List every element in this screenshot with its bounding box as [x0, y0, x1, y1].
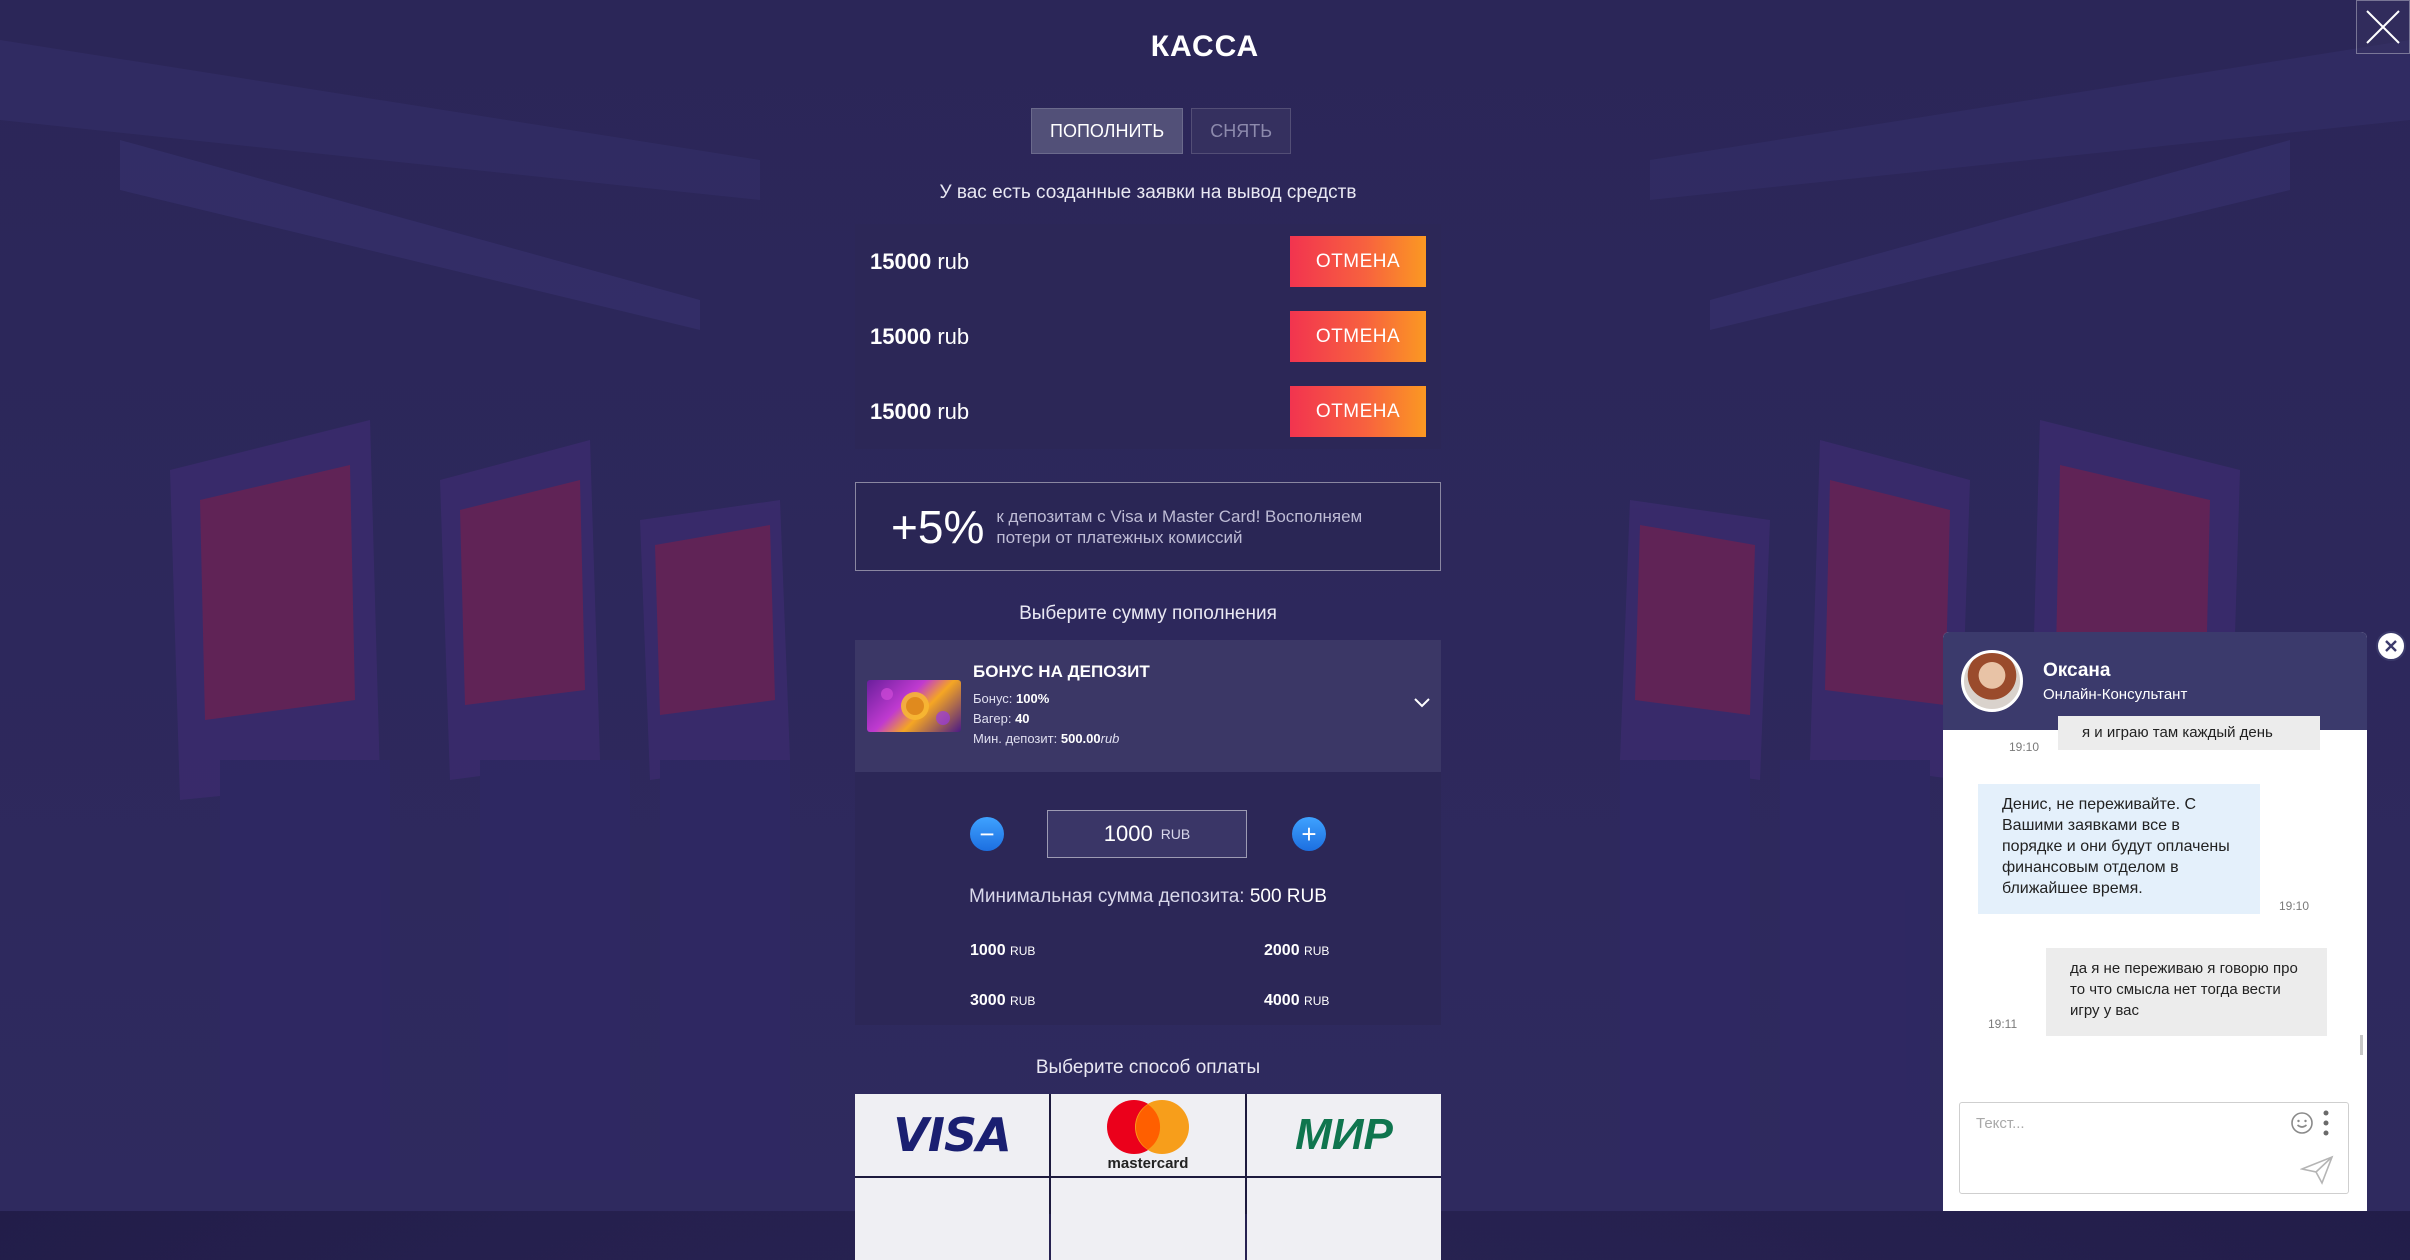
- withdrawal-amount: 15000 rub: [870, 398, 970, 424]
- chat-messages[interactable]: я и играю там каждый день 19:10 Денис, н…: [1943, 716, 2367, 1100]
- preset-amount[interactable]: 1000 RUB: [970, 942, 1035, 960]
- increase-amount-button[interactable]: +: [1292, 817, 1326, 851]
- withdrawal-notice: У вас есть созданные заявки на вывод сре…: [939, 182, 1357, 203]
- cancel-withdrawal-button[interactable]: ОТМЕНА: [1290, 236, 1426, 287]
- payment-visa[interactable]: VISA: [855, 1094, 1049, 1176]
- payment-mir[interactable]: МИР: [1247, 1094, 1441, 1176]
- payment-option[interactable]: [1247, 1178, 1441, 1260]
- withdrawal-amount: 15000 rub: [870, 323, 970, 349]
- visa-logo: VISA: [893, 1108, 1011, 1162]
- payment-methods: VISA mastercard МИР: [855, 1094, 1441, 1260]
- withdrawal-row: 15000 rub ОТМЕНА: [855, 374, 1441, 449]
- min-deposit-text: Минимальная сумма депозита: 500 RUB: [969, 886, 1327, 907]
- amount-currency: RUB: [1160, 826, 1191, 842]
- mastercard-label: mastercard: [1107, 1154, 1189, 1172]
- page-title: КАССА: [1150, 30, 1260, 63]
- preset-amount[interactable]: 2000 RUB: [1264, 942, 1329, 960]
- payment-option[interactable]: [1051, 1178, 1245, 1260]
- preset-amount[interactable]: 3000 RUB: [970, 992, 1035, 1010]
- bonus-min-deposit: Мин. депозит: 500.00rub: [973, 730, 1120, 746]
- amount-input[interactable]: 1000 RUB: [1047, 810, 1247, 858]
- bonus-selector[interactable]: БОНУС НА ДЕПОЗИТ Бонус: 100% Вагер: 40 М…: [855, 640, 1441, 772]
- more-options-icon[interactable]: [2321, 1109, 2331, 1137]
- bonus-wager: Вагер: 40: [973, 710, 1030, 726]
- withdrawal-row: 15000 rub ОТМЕНА: [855, 224, 1441, 299]
- choose-amount-label: Выберите сумму пополнения: [1019, 603, 1277, 624]
- chat-message-incoming: Денис, не переживайте. С Вашими заявками…: [1978, 784, 2260, 914]
- chat-input-placeholder: Текст...: [1976, 1115, 2025, 1132]
- decrease-amount-button[interactable]: −: [970, 817, 1004, 851]
- cancel-withdrawal-button[interactable]: ОТМЕНА: [1290, 386, 1426, 437]
- send-icon[interactable]: [2300, 1155, 2334, 1185]
- choose-payment-label: Выберите способ оплаты: [1035, 1057, 1261, 1078]
- bonus-info: БОНУС НА ДЕПОЗИТ Бонус: 100% Вагер: 40 М…: [973, 662, 1150, 751]
- bonus-title: БОНУС НА ДЕПОЗИТ: [973, 661, 1150, 681]
- promo-banner: +5% к депозитам с Visa и Master Card! Во…: [855, 482, 1441, 571]
- tab-deposit[interactable]: ПОПОЛНИТЬ: [1031, 108, 1184, 154]
- chat-scrollbar[interactable]: [2360, 1035, 2363, 1055]
- chat-message-outgoing: да я не переживаю я говорю про то что см…: [2046, 948, 2327, 1036]
- chevron-down-icon[interactable]: [1413, 696, 1431, 714]
- tab-withdraw[interactable]: СНЯТЬ: [1191, 108, 1292, 154]
- message-time: 19:10: [2279, 899, 2310, 913]
- withdrawal-list: 15000 rub ОТМЕНА 15000 rub ОТМЕНА 15000 …: [855, 224, 1441, 449]
- chat-message-outgoing: я и играю там каждый день: [2058, 716, 2320, 750]
- plus-icon: +: [1301, 819, 1317, 849]
- amount-value: 1000: [1103, 821, 1153, 846]
- message-time: 19:11: [1988, 1017, 2018, 1031]
- cashier-tabs: ПОПОЛНИТЬ СНЯТЬ: [1031, 108, 1292, 154]
- withdrawal-row: 15000 rub ОТМЕНА: [855, 299, 1441, 374]
- bonus-percent: Бонус: 100%: [973, 690, 1050, 706]
- withdrawal-amount: 15000 rub: [870, 248, 970, 274]
- chat-input[interactable]: Текст...: [1959, 1102, 2349, 1194]
- payment-mastercard[interactable]: mastercard: [1051, 1094, 1245, 1176]
- minus-icon: −: [979, 819, 995, 849]
- payment-option[interactable]: [855, 1178, 1049, 1260]
- promo-percent: +5%: [891, 500, 985, 553]
- support-chat: Оксана Онлайн-Консультант я и играю там …: [1943, 632, 2367, 1211]
- agent-name: Оксана: [2043, 659, 2111, 681]
- chat-close-icon[interactable]: [2376, 631, 2406, 661]
- agent-role: Онлайн-Консультант: [2043, 685, 2188, 703]
- mir-logo: МИР: [1295, 1110, 1393, 1159]
- preset-amount[interactable]: 4000 RUB: [1264, 992, 1329, 1010]
- amount-section: − 1000 RUB + Минимальная сумма депозита: …: [855, 772, 1441, 1025]
- promo-text: к депозитам с Visa и Master Card! Воспол…: [996, 506, 1363, 547]
- bonus-image: [867, 680, 961, 732]
- cancel-withdrawal-button[interactable]: ОТМЕНА: [1290, 311, 1426, 362]
- mastercard-logo: [1107, 1099, 1189, 1154]
- emoji-icon[interactable]: [2290, 1111, 2314, 1135]
- avatar: [1961, 650, 2023, 712]
- message-time: 19:10: [2009, 740, 2040, 754]
